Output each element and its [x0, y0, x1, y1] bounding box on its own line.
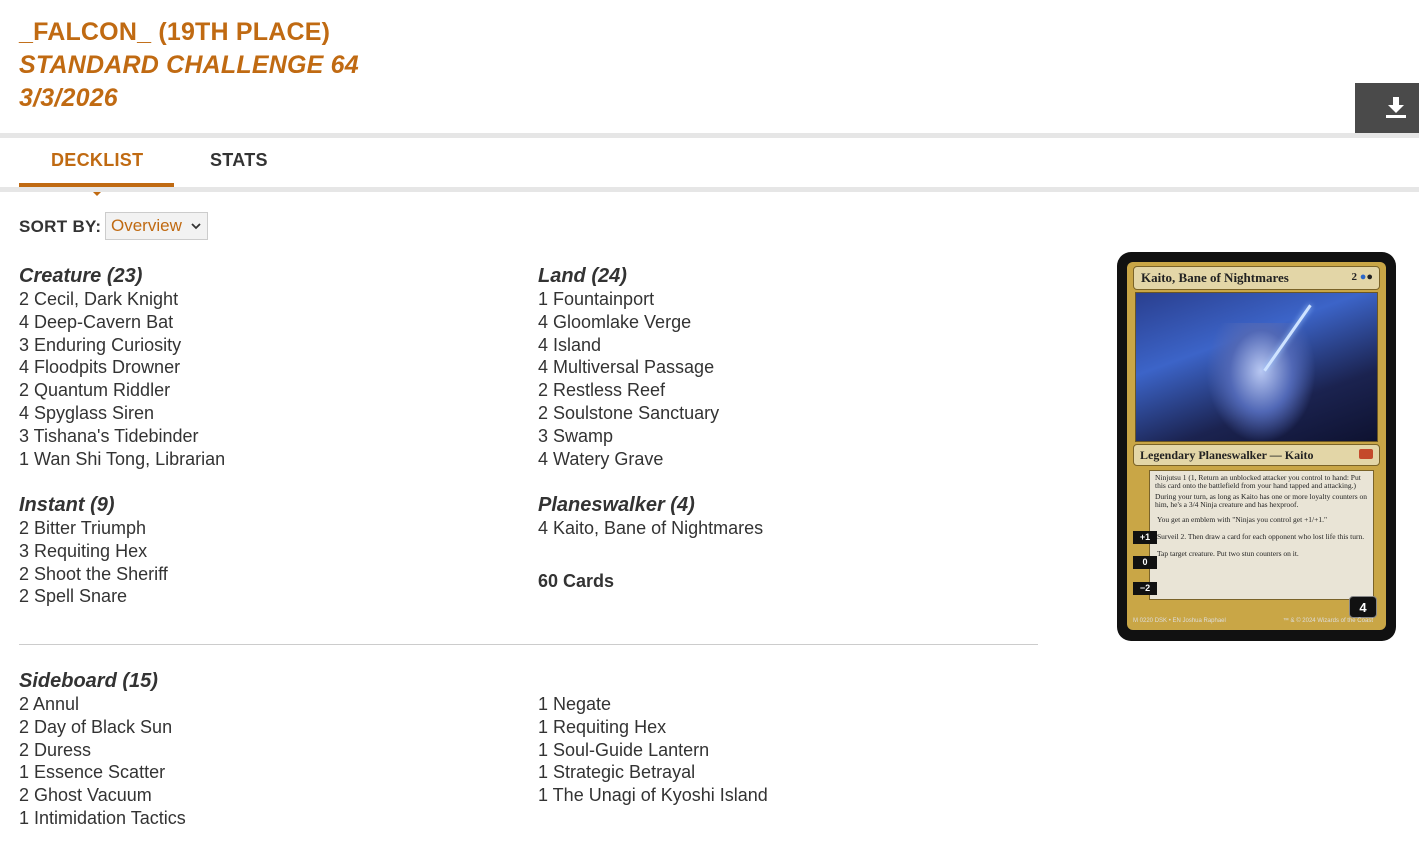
card-line: 2 Cecil, Dark Knight: [19, 289, 179, 309]
black-mana-icon: ●: [1366, 271, 1373, 283]
card-preview: Kaito, Bane of Nightmares 2 ●● Legendary…: [1117, 252, 1396, 641]
card-line: 1 Soul-Guide Lantern: [538, 739, 710, 760]
card-line: 4 Kaito, Bane of Nightmares: [538, 518, 764, 538]
section-title: Land (24): [538, 265, 627, 287]
tabs-separator: [0, 187, 1419, 192]
section-sideboard-right: 1 Negate 1 Requiting Hex 1 Soul-Guide La…: [538, 693, 768, 807]
player-title: _FALCON_ (19TH PLACE): [19, 18, 331, 46]
loyalty-plus-one: +1: [1133, 531, 1157, 544]
card-line: 2 Annul: [19, 694, 80, 714]
header-separator: [0, 133, 1419, 138]
card-line: 1 Requiting Hex: [538, 716, 667, 737]
card-name: Kaito, Bane of Nightmares: [1141, 270, 1289, 285]
card-line: 3 Tishana's Tidebinder: [19, 425, 199, 446]
card-line: 2 Day of Black Sun: [19, 716, 173, 737]
card-line: 4 Multiversal Passage: [538, 357, 715, 378]
card-rules-text: Ninjutsu 1 (1, Return an unblocked attac…: [1149, 470, 1374, 600]
card-line: 2 Shoot the Sheriff: [19, 563, 168, 584]
card-line: 1 Fountainport: [538, 289, 655, 309]
card-line: 2 Bitter Triumph: [19, 518, 147, 538]
sort-select[interactable]: Overview: [105, 212, 208, 240]
section-instant: Instant (9) 2 Bitter Triumph 3 Requiting…: [19, 494, 168, 608]
card-line: 4 Gloomlake Verge: [538, 311, 692, 332]
mana-generic: 2: [1351, 271, 1357, 283]
card-line: 2 Soulstone Sanctuary: [538, 402, 720, 423]
card-line: 1 Essence Scatter: [19, 762, 166, 783]
card-line: 2 Duress: [19, 739, 92, 760]
card-line: 3 Requiting Hex: [19, 540, 148, 561]
event-date: 3/3/2026: [19, 84, 118, 112]
starting-loyalty: 4: [1349, 596, 1377, 618]
section-title: Creature (23): [19, 265, 143, 287]
rules-line: Ninjutsu 1 (1, Return an unblocked attac…: [1155, 473, 1361, 491]
ability-text: Surveil 2. Then draw a card for each opp…: [1157, 532, 1365, 542]
set-symbol-icon: [1359, 449, 1373, 459]
collector-number: M 0220: [1133, 618, 1154, 624]
card-line: 1 Strategic Betrayal: [538, 762, 696, 783]
card-line: 3 Swamp: [538, 425, 614, 446]
download-icon: [1386, 97, 1406, 118]
card-name-bar: Kaito, Bane of Nightmares 2 ●●: [1133, 266, 1380, 290]
card-line: 4 Floodpits Drowner: [19, 357, 181, 378]
card-line: 1 Negate: [538, 694, 612, 714]
card-line: 3 Enduring Curiosity: [19, 334, 182, 355]
art-figure: [1206, 323, 1316, 443]
rules-line: During your turn, as long as Kaito has o…: [1155, 491, 1368, 510]
card-line: 4 Spyglass Siren: [19, 402, 155, 423]
card-copyright: ™ & © 2024 Wizards of the Coast: [1282, 618, 1373, 624]
section-title: Instant (9): [19, 494, 115, 516]
sideboard-divider: [19, 644, 1038, 645]
card-line: 1 Wan Shi Tong, Librarian: [19, 448, 226, 469]
deck-total: 60 Cards: [538, 571, 615, 591]
set-line: DSK • EN: [1154, 618, 1181, 624]
section-planeswalker: Planeswalker (4) 4 Kaito, Bane of Nightm…: [538, 494, 763, 540]
section-creature: Creature (23) 2 Cecil, Dark Knight 4 Dee…: [19, 265, 225, 470]
artist-name: Joshua Raphael: [1182, 618, 1226, 624]
ability-text: You get an emblem with "Ninjas you contr…: [1157, 514, 1328, 524]
event-title: STANDARD CHALLENGE 64: [19, 51, 359, 79]
section-land: Land (24) 1 Fountainport 4 Gloomlake Ver…: [538, 265, 719, 470]
mana-cost: 2 ●●: [1351, 271, 1373, 283]
loyalty-zero: 0: [1133, 556, 1157, 569]
section-title: Sideboard (15): [19, 670, 158, 692]
card-line: 2 Quantum Riddler: [19, 380, 171, 401]
card-line: 2 Ghost Vacuum: [19, 785, 152, 806]
sort-by-label: SORT BY:: [19, 217, 102, 236]
deck-header: _FALCON_ (19TH PLACE) STANDARD CHALLENGE…: [19, 16, 359, 115]
tab-stats[interactable]: STATS: [210, 150, 268, 171]
card-line: 4 Island: [538, 334, 602, 355]
card-art: [1135, 292, 1378, 443]
download-button[interactable]: [1355, 83, 1419, 133]
ability-text: Tap target creature. Put two stun counte…: [1157, 549, 1299, 559]
card-line: 1 Intimidation Tactics: [19, 807, 186, 828]
tab-decklist[interactable]: DECKLIST: [51, 150, 143, 171]
loyalty-minus-two: −2: [1133, 582, 1157, 595]
type-line-text: Legendary Planeswalker — Kaito: [1140, 448, 1314, 462]
section-title: Planeswalker (4): [538, 494, 695, 516]
card-line: 4 Deep-Cavern Bat: [19, 311, 174, 332]
sort-selected-value: Overview: [111, 216, 182, 235]
card-type-line: Legendary Planeswalker — Kaito: [1133, 444, 1380, 466]
section-sideboard: Sideboard (15) 2 Annul 2 Day of Black Su…: [19, 670, 186, 830]
chevron-down-icon: [191, 223, 201, 230]
card-line: 2 Spell Snare: [19, 586, 128, 607]
card-line: 4 Watery Grave: [538, 448, 664, 469]
card-line: 2 Restless Reef: [538, 380, 666, 401]
card-line: 1 The Unagi of Kyoshi Island: [538, 785, 768, 806]
card-footer: M 0220 DSK • EN Joshua Raphael ™ & © 202…: [1133, 618, 1383, 624]
